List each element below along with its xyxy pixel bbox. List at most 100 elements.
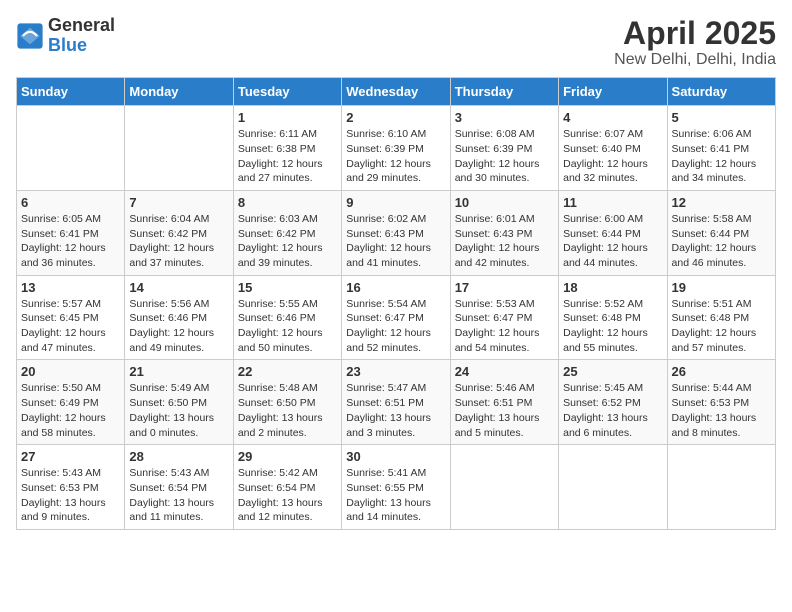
- day-number: 13: [21, 280, 120, 295]
- calendar-day-header: Saturday: [667, 78, 775, 106]
- calendar-cell: 28 Sunrise: 5:43 AMSunset: 6:54 PMDayligh…: [125, 445, 233, 530]
- logo-icon: [16, 22, 44, 50]
- day-info: Sunrise: 6:03 AMSunset: 6:42 PMDaylight:…: [238, 212, 337, 271]
- day-number: 25: [563, 364, 662, 379]
- day-info: Sunrise: 5:52 AMSunset: 6:48 PMDaylight:…: [563, 297, 662, 356]
- day-number: 5: [672, 110, 771, 125]
- day-info: Sunrise: 5:53 AMSunset: 6:47 PMDaylight:…: [455, 297, 554, 356]
- day-info: Sunrise: 6:02 AMSunset: 6:43 PMDaylight:…: [346, 212, 445, 271]
- calendar-day-header: Thursday: [450, 78, 558, 106]
- calendar-cell: 10 Sunrise: 6:01 AMSunset: 6:43 PMDayligh…: [450, 190, 558, 275]
- day-info: Sunrise: 5:54 AMSunset: 6:47 PMDaylight:…: [346, 297, 445, 356]
- day-number: 17: [455, 280, 554, 295]
- day-info: Sunrise: 5:56 AMSunset: 6:46 PMDaylight:…: [129, 297, 228, 356]
- day-info: Sunrise: 6:01 AMSunset: 6:43 PMDaylight:…: [455, 212, 554, 271]
- calendar-week-row: 27Sunrise: 5:43 AMSunset: 6:53 PMDayligh…: [17, 445, 776, 530]
- calendar-week-row: 20Sunrise: 5:50 AMSunset: 6:49 PMDayligh…: [17, 360, 776, 445]
- day-number: 10: [455, 195, 554, 210]
- day-info: Sunrise: 5:43 AMSunset: 6:53 PMDaylight:…: [21, 466, 120, 525]
- day-info: Sunrise: 5:58 AMSunset: 6:44 PMDaylight:…: [672, 212, 771, 271]
- calendar-cell: 12Sunrise: 5:58 AMSunset: 6:44 PMDayligh…: [667, 190, 775, 275]
- calendar-cell: 16 Sunrise: 5:54 AMSunset: 6:47 PMDayligh…: [342, 275, 450, 360]
- calendar-cell: 21 Sunrise: 5:49 AMSunset: 6:50 PMDayligh…: [125, 360, 233, 445]
- day-info: Sunrise: 5:44 AMSunset: 6:53 PMDaylight:…: [672, 381, 771, 440]
- day-number: 20: [21, 364, 120, 379]
- calendar-cell: 26 Sunrise: 5:44 AMSunset: 6:53 PMDayligh…: [667, 360, 775, 445]
- page-title: April 2025: [614, 16, 776, 51]
- day-number: 30: [346, 449, 445, 464]
- calendar-cell: 11 Sunrise: 6:00 AMSunset: 6:44 PMDayligh…: [559, 190, 667, 275]
- day-info: Sunrise: 6:08 AMSunset: 6:39 PMDaylight:…: [455, 127, 554, 186]
- calendar-day-header: Friday: [559, 78, 667, 106]
- calendar-cell: 2 Sunrise: 6:10 AMSunset: 6:39 PMDaylight…: [342, 106, 450, 191]
- calendar-cell: [667, 445, 775, 530]
- day-number: 22: [238, 364, 337, 379]
- day-info: Sunrise: 5:49 AMSunset: 6:50 PMDaylight:…: [129, 381, 228, 440]
- day-number: 9: [346, 195, 445, 210]
- calendar-cell: 15 Sunrise: 5:55 AMSunset: 6:46 PMDayligh…: [233, 275, 341, 360]
- calendar-header-row: SundayMondayTuesdayWednesdayThursdayFrid…: [17, 78, 776, 106]
- calendar-week-row: 1 Sunrise: 6:11 AMSunset: 6:38 PMDaylight…: [17, 106, 776, 191]
- calendar-cell: [559, 445, 667, 530]
- day-number: 6: [21, 195, 120, 210]
- calendar-cell: [450, 445, 558, 530]
- day-number: 15: [238, 280, 337, 295]
- calendar-cell: 1 Sunrise: 6:11 AMSunset: 6:38 PMDaylight…: [233, 106, 341, 191]
- day-number: 18: [563, 280, 662, 295]
- day-number: 21: [129, 364, 228, 379]
- day-number: 19: [672, 280, 771, 295]
- calendar-cell: [125, 106, 233, 191]
- day-number: 4: [563, 110, 662, 125]
- day-number: 14: [129, 280, 228, 295]
- day-info: Sunrise: 6:11 AMSunset: 6:38 PMDaylight:…: [238, 127, 337, 186]
- day-info: Sunrise: 6:06 AMSunset: 6:41 PMDaylight:…: [672, 127, 771, 186]
- calendar-day-header: Sunday: [17, 78, 125, 106]
- calendar-cell: 5 Sunrise: 6:06 AMSunset: 6:41 PMDaylight…: [667, 106, 775, 191]
- day-number: 8: [238, 195, 337, 210]
- day-info: Sunrise: 5:43 AMSunset: 6:54 PMDaylight:…: [129, 466, 228, 525]
- day-number: 2: [346, 110, 445, 125]
- calendar-week-row: 6Sunrise: 6:05 AMSunset: 6:41 PMDaylight…: [17, 190, 776, 275]
- day-number: 29: [238, 449, 337, 464]
- day-info: Sunrise: 5:41 AMSunset: 6:55 PMDaylight:…: [346, 466, 445, 525]
- logo: GeneralBlue: [16, 16, 115, 56]
- day-info: Sunrise: 5:57 AMSunset: 6:45 PMDaylight:…: [21, 297, 120, 356]
- day-info: Sunrise: 5:55 AMSunset: 6:46 PMDaylight:…: [238, 297, 337, 356]
- calendar-table: SundayMondayTuesdayWednesdayThursdayFrid…: [16, 77, 776, 530]
- day-info: Sunrise: 6:00 AMSunset: 6:44 PMDaylight:…: [563, 212, 662, 271]
- day-info: Sunrise: 5:47 AMSunset: 6:51 PMDaylight:…: [346, 381, 445, 440]
- logo-text: GeneralBlue: [48, 16, 115, 56]
- day-info: Sunrise: 5:45 AMSunset: 6:52 PMDaylight:…: [563, 381, 662, 440]
- day-number: 16: [346, 280, 445, 295]
- calendar-cell: 20Sunrise: 5:50 AMSunset: 6:49 PMDayligh…: [17, 360, 125, 445]
- calendar-cell: 4Sunrise: 6:07 AMSunset: 6:40 PMDaylight…: [559, 106, 667, 191]
- calendar-day-header: Monday: [125, 78, 233, 106]
- title-block: April 2025 New Delhi, Delhi, India: [614, 16, 776, 69]
- calendar-cell: 3Sunrise: 6:08 AMSunset: 6:39 PMDaylight…: [450, 106, 558, 191]
- day-info: Sunrise: 5:42 AMSunset: 6:54 PMDaylight:…: [238, 466, 337, 525]
- calendar-day-header: Wednesday: [342, 78, 450, 106]
- calendar-cell: 19 Sunrise: 5:51 AMSunset: 6:48 PMDayligh…: [667, 275, 775, 360]
- day-number: 1: [238, 110, 337, 125]
- calendar-cell: 22 Sunrise: 5:48 AMSunset: 6:50 PMDayligh…: [233, 360, 341, 445]
- calendar-cell: 23 Sunrise: 5:47 AMSunset: 6:51 PMDayligh…: [342, 360, 450, 445]
- day-number: 24: [455, 364, 554, 379]
- calendar-cell: 6Sunrise: 6:05 AMSunset: 6:41 PMDaylight…: [17, 190, 125, 275]
- day-number: 26: [672, 364, 771, 379]
- day-info: Sunrise: 6:10 AMSunset: 6:39 PMDaylight:…: [346, 127, 445, 186]
- calendar-cell: 14 Sunrise: 5:56 AMSunset: 6:46 PMDayligh…: [125, 275, 233, 360]
- calendar-day-header: Tuesday: [233, 78, 341, 106]
- day-info: Sunrise: 5:48 AMSunset: 6:50 PMDaylight:…: [238, 381, 337, 440]
- calendar-cell: 8 Sunrise: 6:03 AMSunset: 6:42 PMDaylight…: [233, 190, 341, 275]
- calendar-cell: 13 Sunrise: 5:57 AMSunset: 6:45 PMDayligh…: [17, 275, 125, 360]
- day-number: 11: [563, 195, 662, 210]
- day-number: 28: [129, 449, 228, 464]
- calendar-cell: 30 Sunrise: 5:41 AMSunset: 6:55 PMDayligh…: [342, 445, 450, 530]
- day-info: Sunrise: 5:51 AMSunset: 6:48 PMDaylight:…: [672, 297, 771, 356]
- day-number: 23: [346, 364, 445, 379]
- calendar-cell: 24Sunrise: 5:46 AMSunset: 6:51 PMDayligh…: [450, 360, 558, 445]
- calendar-cell: 27Sunrise: 5:43 AMSunset: 6:53 PMDayligh…: [17, 445, 125, 530]
- page-header: GeneralBlue April 2025 New Delhi, Delhi,…: [16, 16, 776, 69]
- day-number: 7: [129, 195, 228, 210]
- calendar-cell: 18 Sunrise: 5:52 AMSunset: 6:48 PMDayligh…: [559, 275, 667, 360]
